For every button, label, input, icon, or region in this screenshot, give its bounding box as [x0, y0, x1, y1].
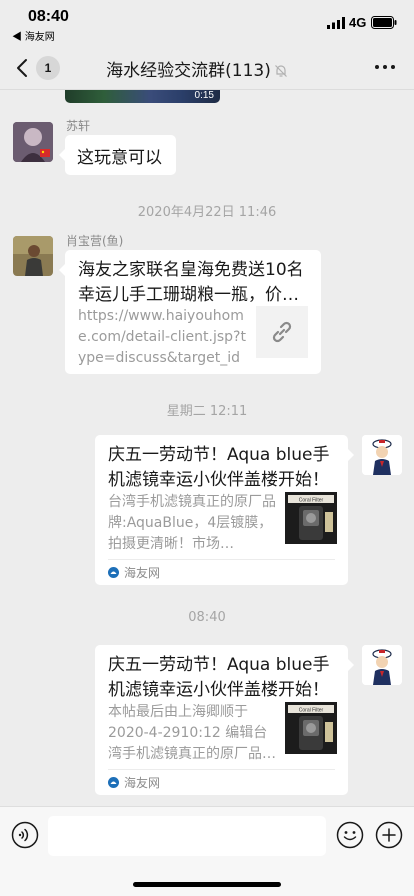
link-message-card[interactable]: 庆五一劳动节！Aqua blue手机滤镜幸运小伙伴盖楼开始！ 台湾手机滤镜真正的…: [95, 435, 354, 585]
cellular-signal-icon: [327, 17, 345, 29]
link-description: 本帖最后由上海卿顺于 2020-4-2910:12 编辑台湾手机滤镜真正的原厂品…: [108, 704, 276, 762]
link-source-name: 海友网: [124, 566, 161, 580]
timestamp: 2020年4月22日 11:46: [137, 205, 277, 220]
chat-message-list[interactable]: 0:15 苏轩 这玩意可以 2020年4月22日 11:46 肖宝营(鱼) 海友…: [0, 90, 414, 806]
message-text-input[interactable]: [48, 816, 326, 856]
avatar-image: [362, 435, 402, 475]
status-bar: 08:40 ◀ 海友网 4G: [0, 0, 414, 44]
message-text: 这玩意可以: [77, 147, 162, 168]
link-source: 海友网: [108, 769, 335, 795]
video-message-thumbnail[interactable]: 0:15: [65, 90, 220, 103]
avatar[interactable]: [13, 236, 53, 276]
link-title: 海友之家联名皇海免费送10名幸运儿手工珊瑚粮一瓶，价…: [78, 260, 304, 305]
bell-muted-icon: [274, 65, 287, 77]
link-thumbnail: Coral Filter: [285, 492, 337, 544]
chat-title: 海水经验交流群(113): [0, 56, 414, 81]
emoji-icon[interactable]: [336, 821, 364, 849]
sender-name: 苏轩: [66, 119, 91, 133]
avatar[interactable]: [362, 645, 402, 685]
network-type: 4G: [349, 15, 367, 30]
chat-title-text: 海水经验交流群(113): [106, 61, 271, 81]
text-message-bubble[interactable]: 这玩意可以: [59, 135, 176, 175]
link-url: https://www.haiyouhome.com/detail-client…: [78, 308, 246, 366]
plus-circle-icon[interactable]: [375, 821, 403, 849]
link-source: 海友网: [108, 559, 335, 585]
battery-icon: [371, 16, 397, 29]
avatar-image: [362, 645, 402, 685]
product-label: Coral Filter: [299, 708, 324, 714]
link-message-card[interactable]: 庆五一劳动节！Aqua blue手机滤镜幸运小伙伴盖楼开始！ 本帖最后由上海卿顺…: [95, 645, 354, 795]
link-thumbnail: Coral Filter: [285, 702, 337, 754]
avatar[interactable]: [362, 435, 402, 475]
link-message-card[interactable]: 海友之家联名皇海免费送10名幸运儿手工珊瑚粮一瓶，价… https://www.…: [59, 250, 321, 374]
sender-name: 肖宝营(鱼): [66, 234, 124, 248]
link-description: 台湾手机滤镜真正的原厂品牌:AquaBlue，4层镀膜，拍摄更清晰！市场…: [108, 494, 276, 552]
video-duration: 0:15: [194, 90, 214, 101]
link-icon: [256, 306, 308, 358]
link-icon-glyph: [272, 321, 292, 343]
link-source-name: 海友网: [124, 776, 161, 790]
source-logo-icon: [108, 777, 119, 788]
voice-icon[interactable]: [11, 821, 39, 849]
timestamp: 星期二 12:11: [166, 404, 248, 419]
chat-header: 1 海水经验交流群(113): [0, 44, 414, 90]
back-to-app-link[interactable]: ◀ 海友网: [12, 28, 55, 43]
home-indicator[interactable]: [133, 882, 281, 887]
product-image: Coral Filter: [285, 702, 337, 754]
status-time: 08:40: [28, 8, 69, 25]
avatar[interactable]: [13, 122, 53, 162]
link-title: 庆五一劳动节！Aqua blue手机滤镜幸运小伙伴盖楼开始！: [108, 655, 330, 700]
source-logo-icon: [108, 567, 119, 578]
avatar-image: [13, 122, 53, 162]
more-dots-icon[interactable]: [374, 58, 396, 76]
link-title: 庆五一劳动节！Aqua blue手机滤镜幸运小伙伴盖楼开始！: [108, 445, 330, 490]
avatar-image: [13, 236, 53, 276]
timestamp: 08:40: [188, 610, 226, 625]
product-image: Coral Filter: [285, 492, 337, 544]
product-label: Coral Filter: [299, 498, 324, 504]
